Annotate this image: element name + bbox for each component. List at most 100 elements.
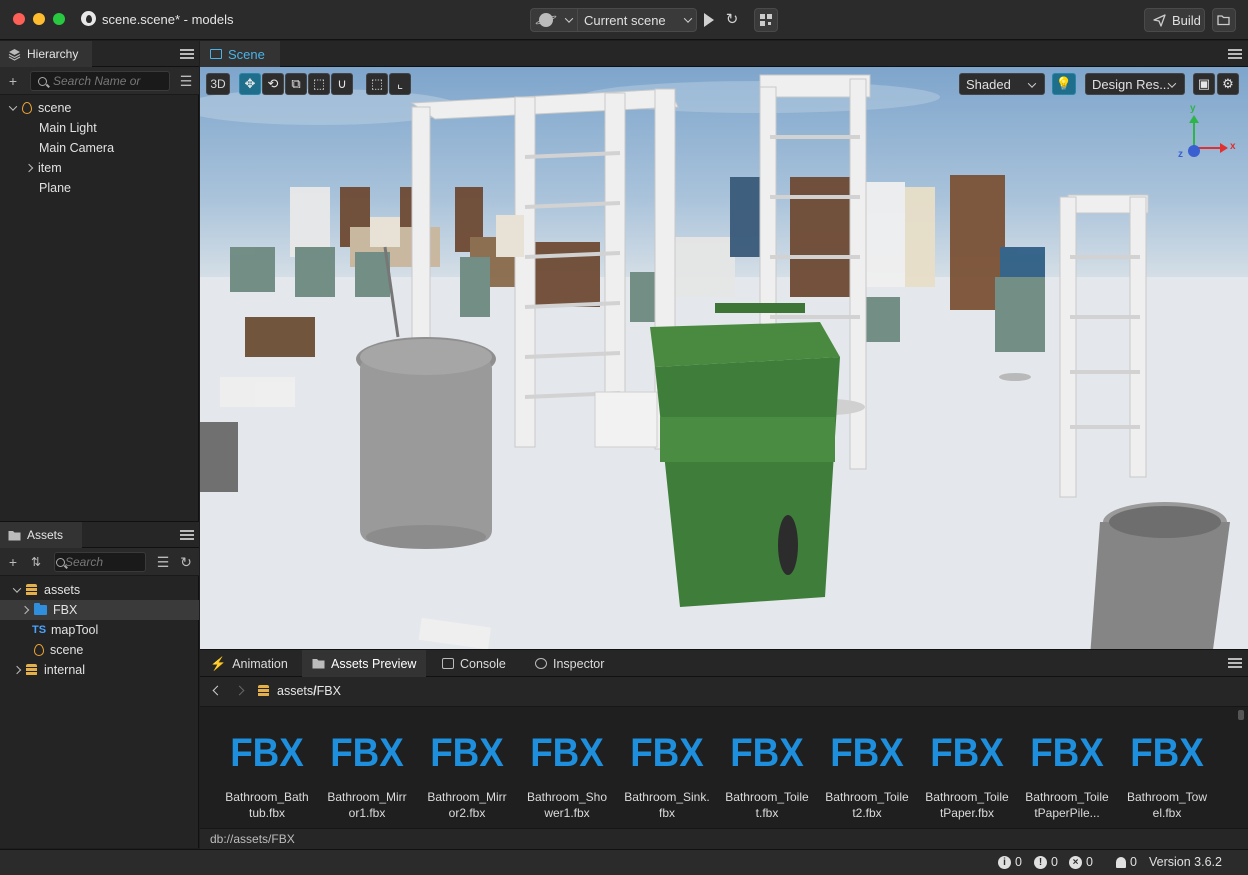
tree-item-assets[interactable]: assets [0, 580, 199, 600]
asset-item[interactable]: FBX Bathroom_Sink.fbx [620, 731, 714, 827]
version-label: Version 3.6.2 [1149, 855, 1222, 869]
info-count[interactable]: i 0 [998, 855, 1022, 869]
tree-item-main-camera[interactable]: Main Camera [0, 138, 199, 158]
coordinate-tool-button[interactable]: ⌞ [389, 73, 411, 95]
open-folder-button[interactable] [1212, 8, 1236, 32]
settings-button[interactable]: ⚙ [1217, 73, 1239, 95]
shading-select[interactable]: Shaded [959, 73, 1045, 95]
tab-assets-preview[interactable]: Assets Preview [302, 650, 427, 677]
rect-icon: ⬚ [312, 76, 326, 91]
tree-item-label: internal [44, 663, 85, 677]
scene-select[interactable]: Current scene [530, 8, 697, 32]
asset-item[interactable]: FBX Bathroom_Mirror1.fbx [320, 731, 414, 827]
chevron-right-icon[interactable] [20, 605, 30, 615]
assets-preview-grid: FBX Bathroom_Bathtub.fbx FBX Bathroom_Mi… [200, 706, 1248, 828]
hierarchy-search-input[interactable] [53, 74, 169, 88]
folder-icon [312, 659, 325, 669]
send-icon [1153, 13, 1166, 27]
asset-item[interactable]: FBX Bathroom_Shower1.fbx [520, 731, 614, 827]
asset-name: Bathroom_Bathtub.fbx [225, 790, 309, 820]
scene-viewport[interactable]: 3D ✥ ⟲ ⧉ ⬚ ∪ ⬚ ⌞ Shaded 💡 Design Res... … [200, 67, 1248, 649]
asset-item[interactable]: FBX Bathroom_Toilet.fbx [720, 731, 814, 827]
asset-name: Bathroom_Mirror2.fbx [427, 790, 507, 820]
asset-item[interactable]: FBX Bathroom_Bathtub.fbx [220, 731, 314, 827]
gear-icon: ⚙ [1222, 76, 1234, 91]
asset-name: Bathroom_Toilet2.fbx [825, 790, 909, 820]
minimize-window-button[interactable] [33, 13, 45, 25]
fbx-file-icon: FBX [830, 731, 904, 775]
tab-hierarchy-label: Hierarchy [27, 47, 79, 61]
back-icon[interactable] [210, 684, 224, 698]
view-3d-toggle[interactable]: 3D [206, 73, 230, 95]
bottom-menu-icon[interactable] [1228, 658, 1242, 668]
tab-animation[interactable]: ⚡ Animation [200, 650, 298, 677]
scale-tool-button[interactable]: ⧉ [285, 73, 307, 95]
build-button[interactable]: Build [1144, 8, 1205, 32]
tab-scene[interactable]: Scene [200, 41, 280, 67]
snap-tool-button[interactable]: ∪ [331, 73, 353, 95]
maximize-window-button[interactable] [53, 13, 65, 25]
shading-label: Shaded [966, 76, 1011, 92]
chevron-right-icon[interactable] [24, 163, 34, 173]
tab-assets[interactable]: Assets [0, 522, 82, 548]
move-tool-button[interactable]: ✥ [239, 73, 261, 95]
close-window-button[interactable] [13, 13, 25, 25]
scene-menu-icon[interactable] [1228, 49, 1242, 59]
error-count[interactable]: × 0 [1069, 855, 1093, 869]
breadcrumb-current[interactable]: FBX [317, 684, 341, 698]
tree-item-label: mapTool [51, 623, 99, 637]
qr-code-button[interactable] [754, 8, 778, 32]
hierarchy-menu-icon[interactable] [180, 49, 194, 59]
sort-icon[interactable]: ⇅ [28, 554, 44, 570]
list-view-icon[interactable]: ☰ [178, 73, 194, 89]
notification-count[interactable]: 0 [1116, 855, 1137, 869]
tree-item-fbx[interactable]: FBX [0, 600, 199, 620]
camera-button[interactable]: ▣ [1193, 73, 1215, 95]
rect-tool-button[interactable]: ⬚ [308, 73, 330, 95]
asset-item[interactable]: FBX Bathroom_Mirror2.fbx [420, 731, 514, 827]
orientation-gizmo[interactable]: y x z [1168, 103, 1240, 171]
add-node-icon[interactable]: + [5, 73, 21, 89]
hierarchy-search[interactable] [30, 71, 170, 91]
tree-item-scene[interactable]: scene [0, 98, 199, 118]
assets-search[interactable] [54, 552, 146, 572]
tree-item-plane[interactable]: Plane [0, 178, 199, 198]
asset-name: Bathroom_ToiletPaper.fbx [925, 790, 1009, 820]
assets-menu-icon[interactable] [180, 530, 194, 540]
chevron-down-icon[interactable] [8, 103, 18, 113]
chevron-down-icon[interactable] [561, 9, 577, 31]
tree-item-maptool[interactable]: TS mapTool [0, 620, 199, 640]
asset-item[interactable]: FBX Bathroom_ToiletPaper.fbx [920, 731, 1014, 827]
tree-item-internal[interactable]: internal [0, 660, 199, 680]
bottom-tabbar: ⚡ Animation Assets Preview Console Inspe… [200, 650, 1248, 677]
scrollbar[interactable] [1238, 710, 1244, 720]
tree-item-scene-asset[interactable]: scene [0, 640, 199, 660]
rotate-tool-button[interactable]: ⟲ [262, 73, 284, 95]
tab-inspector[interactable]: Inspector [525, 650, 614, 677]
asset-item[interactable]: FBX Bathroom_Towel.fbx [1120, 731, 1214, 827]
collapse-all-icon[interactable]: ☰ [155, 554, 171, 570]
refresh-icon[interactable]: ↻ [178, 554, 194, 570]
tree-item-main-light[interactable]: Main Light [0, 118, 199, 138]
tab-scene-label: Scene [228, 46, 265, 62]
assets-search-input[interactable] [65, 555, 145, 569]
warning-count[interactable]: ! 0 [1034, 855, 1058, 869]
play-button[interactable] [700, 10, 718, 30]
pivot-tool-button[interactable]: ⬚ [366, 73, 388, 95]
light-toggle-button[interactable]: 💡 [1052, 73, 1076, 95]
breadcrumb-root[interactable]: assets [277, 684, 313, 698]
tree-item-item[interactable]: item [0, 158, 199, 178]
chevron-down-icon[interactable] [12, 585, 22, 595]
fbx-file-icon: FBX [430, 731, 504, 775]
tab-console[interactable]: Console [432, 650, 516, 677]
asset-item[interactable]: FBX Bathroom_Toilet2.fbx [820, 731, 914, 827]
refresh-button[interactable]: ↻ [722, 10, 742, 30]
chevron-right-icon[interactable] [12, 665, 22, 675]
add-asset-icon[interactable]: + [5, 554, 21, 570]
asset-name: Bathroom_Sink.fbx [624, 790, 710, 820]
tab-hierarchy[interactable]: Hierarchy [0, 41, 92, 67]
fbx-file-icon: FBX [930, 731, 1004, 775]
forward-icon[interactable] [234, 684, 248, 698]
asset-item[interactable]: FBX Bathroom_ToiletPaperPile... [1020, 731, 1114, 827]
resolution-select[interactable]: Design Res... [1085, 73, 1185, 95]
